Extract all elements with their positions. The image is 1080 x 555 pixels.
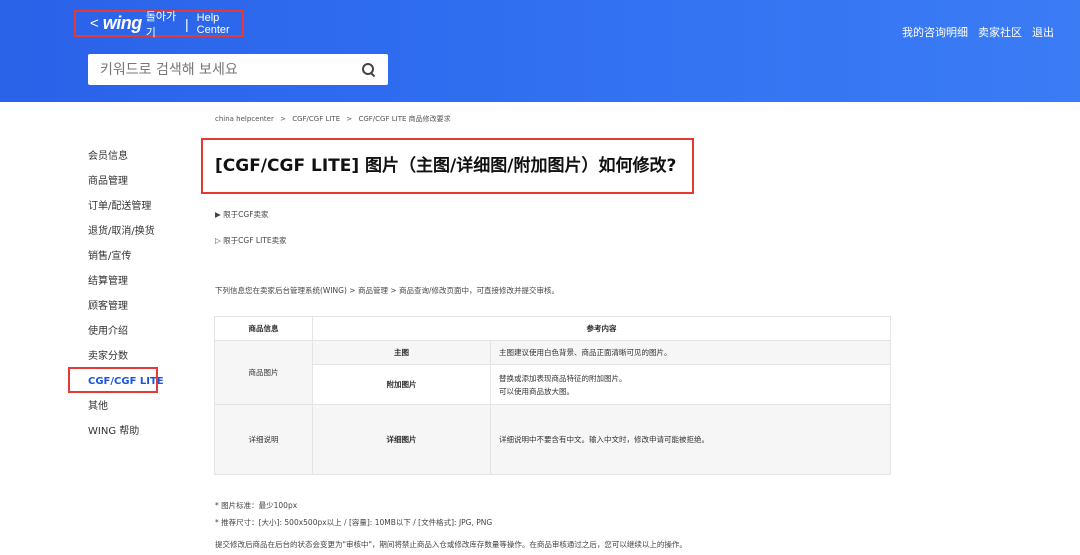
info-table: 商品信息 参考内容 商品图片 主图 主图建议使用白色背景、商品正面清晰可见的图片… <box>214 316 891 475</box>
nav-logout[interactable]: 退出 <box>1032 24 1054 40</box>
sidebar-item-member-info[interactable]: 会员信息 <box>88 150 208 175</box>
sidebar-item-return-cancel[interactable]: 退货/取消/换货 <box>88 225 208 250</box>
search-box[interactable] <box>88 54 388 85</box>
sidebar-item-settlement[interactable]: 结算管理 <box>88 275 208 300</box>
note-recommended-size: * 推荐尺寸：[大小]: 500x500px以上 / [容量]: 10MB以下 … <box>215 518 493 527</box>
extra-image-desc-line1: 替换或添加表现商品特征的附加图片。 <box>499 373 627 383</box>
breadcrumb-current: CGF/CGF LITE 商品修改要求 <box>358 115 451 123</box>
table-cell-value: 替换或添加表现商品特征的附加图片。 可以使用商品放大图。 <box>490 364 891 405</box>
search-input[interactable] <box>100 61 362 78</box>
brand-back-link[interactable]: < wing 돌아가기 | Help Center <box>74 8 244 40</box>
table-cell-subitem: 主图 <box>312 340 491 365</box>
table-cell-value: 主图建议使用白色背景、商品正面清晰可见的图片。 <box>490 340 891 365</box>
table-cell-category: 详细说明 <box>214 404 313 475</box>
breadcrumb-sep: > <box>346 115 353 123</box>
table-cell-subitem: 附加图片 <box>312 364 491 405</box>
notes: * 图片标准：最少100px * 推荐尺寸：[大小]: 500x500px以上 … <box>215 497 492 531</box>
sidebar-item-product-mgmt[interactable]: 商品管理 <box>88 175 208 200</box>
search-icon[interactable] <box>362 62 376 77</box>
nav-my-inquiries[interactable]: 我的咨询明细 <box>902 24 968 40</box>
sidebar-item-customer-mgmt[interactable]: 顾客管理 <box>88 300 208 325</box>
sidebar-item-usage-guide[interactable]: 使用介绍 <box>88 325 208 350</box>
table-cell-value: 详细说明中不要含有中文。输入中文时，修改申请可能被拒绝。 <box>490 404 891 475</box>
breadcrumb-cgf[interactable]: CGF/CGF LITE <box>292 115 340 123</box>
sidebar-item-wing-help[interactable]: WING 帮助 <box>88 425 208 450</box>
table-row: 商品图片 主图 主图建议使用白色背景、商品正面清晰可见的图片。 <box>214 340 891 405</box>
separator: | <box>185 15 189 32</box>
footer-note: 提交修改后商品在后台的状态会变更为"审核中"，期间将禁止商品入仓或修改库存数量等… <box>215 540 687 549</box>
breadcrumb: china helpcenter > CGF/CGF LITE > CGF/CG… <box>215 114 455 124</box>
table-row: 详细说明 详细图片 详细说明中不要含有中文。输入中文时，修改申请可能被拒绝。 <box>214 404 891 475</box>
page-title: [CGF/CGF LITE] 图片（主图/详细图/附加图片）如何修改? <box>215 156 677 176</box>
breadcrumb-sep: > <box>280 115 286 123</box>
header: < wing 돌아가기 | Help Center 我的咨询明细 卖家社区 退出 <box>0 0 1080 102</box>
sidebar: 会员信息 商品管理 订单/配送管理 退货/取消/换货 销售/宣传 结算管理 顾客… <box>88 150 208 450</box>
table-cell-category: 商品图片 <box>214 340 313 405</box>
back-label[interactable]: 돌아가기 <box>146 8 177 40</box>
toggle-cgf-lite-seller[interactable]: ▷ 限于CGF LITE卖家 <box>215 235 287 246</box>
table-header-reference: 参考内容 <box>312 316 891 341</box>
help-center-link[interactable]: Help Center <box>197 12 242 36</box>
note-image-standard: * 图片标准：最少100px <box>215 501 298 510</box>
top-nav: 我的咨询明细 卖家社区 退出 <box>902 24 1054 40</box>
back-arrow-icon[interactable]: < <box>90 15 99 32</box>
sidebar-item-other[interactable]: 其他 <box>88 400 208 425</box>
extra-image-desc-line2: 可以使用商品放大图。 <box>499 386 574 396</box>
table-row: 附加图片 替换或添加表现商品特征的附加图片。 可以使用商品放大图。 <box>215 364 891 405</box>
sidebar-item-sales-promo[interactable]: 销售/宣传 <box>88 250 208 275</box>
description-text: 下列信息您在卖家后台管理系统(WING) > 商品管理 > 商品查询/修改页面中… <box>215 286 560 295</box>
table-cell-subitem: 详细图片 <box>312 404 491 475</box>
sidebar-item-order-delivery[interactable]: 订单/配送管理 <box>88 200 208 225</box>
wing-logo: wing <box>102 13 143 33</box>
nav-seller-community[interactable]: 卖家社区 <box>978 24 1022 40</box>
highlight-box-sidebar <box>68 367 158 393</box>
breadcrumb-home[interactable]: china helpcenter <box>215 115 274 123</box>
toggle-cgf-seller[interactable]: ▶ 限于CGF卖家 <box>215 209 269 220</box>
table-header-product-info: 商品信息 <box>214 316 313 341</box>
